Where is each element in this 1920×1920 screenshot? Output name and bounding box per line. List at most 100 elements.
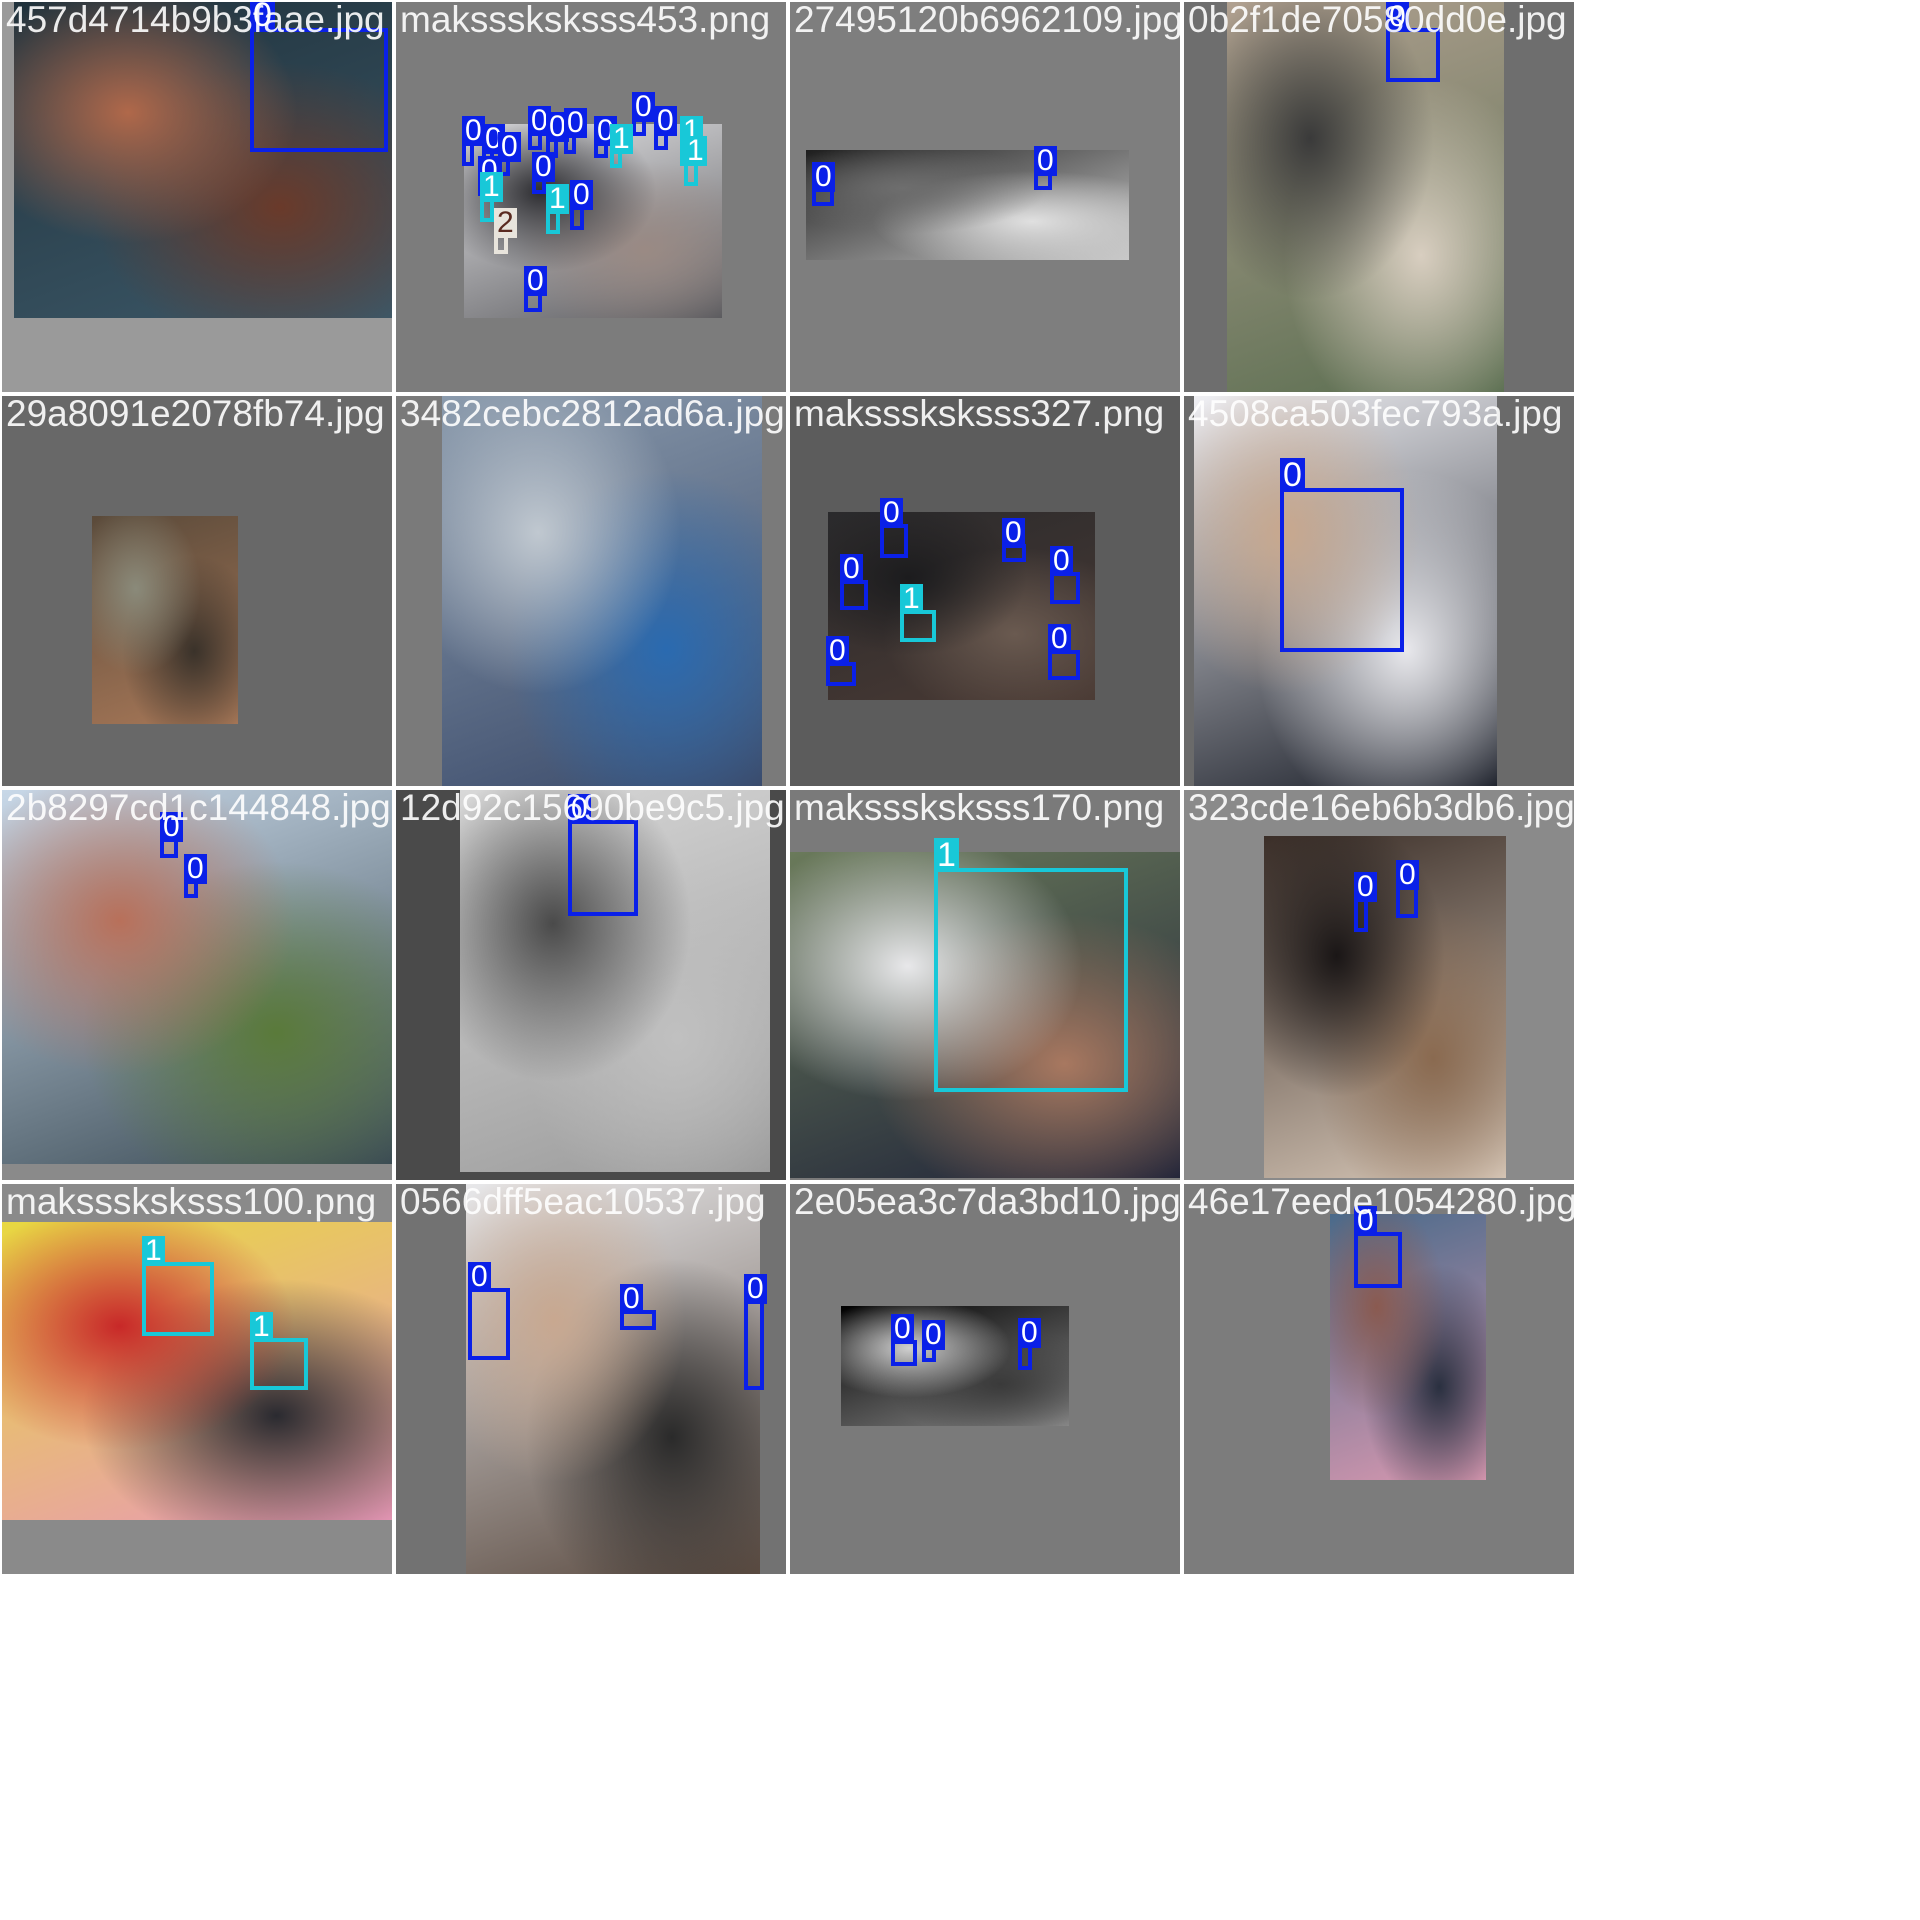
detection-class-label: 0 — [1002, 518, 1025, 548]
detection-box: 1 — [934, 838, 1128, 1092]
tile-photo — [806, 150, 1129, 260]
detection-box: 0 — [1354, 872, 1377, 932]
tile-filename: 12d92c15690be9c5.jpg — [400, 790, 785, 828]
detection-class-label: 1 — [480, 172, 503, 202]
detection-class-label: 1 — [610, 124, 633, 154]
tile-filename: maksssksksss100.png — [6, 1184, 377, 1222]
detection-class-label: 1 — [142, 1236, 165, 1266]
mosaic-tile: 0 0 0 0 0 0 0 0 0 0 0 1 1 1 1 1 0 2 0 maksssksksss453.png — [396, 2, 786, 392]
detection-box: 0 — [462, 116, 485, 166]
tile-filename: 0566dff5eac10537.jpg — [400, 1184, 766, 1222]
detection-box: 1 — [900, 584, 936, 642]
detection-class-label: 0 — [184, 854, 207, 884]
mosaic-tile: 03482cebc2812ad6a.jpg — [396, 396, 786, 786]
detection-class-label: 0 — [922, 1320, 945, 1350]
detection-class-label: 0 — [744, 1274, 767, 1304]
tile-photo — [2, 790, 392, 1164]
detection-class-label: 0 — [564, 108, 587, 138]
mosaic-tile: 0 0 0 0 1 0 0 maksssksksss327.png — [790, 396, 1180, 786]
tile-filename: 27495120b6962109.jpg — [794, 2, 1180, 40]
detection-class-label: 0 — [498, 132, 521, 162]
detection-box: 0 — [812, 162, 835, 206]
tile-filename: 29a8091e2078fb74.jpg — [6, 396, 385, 434]
detection-box: 0 — [468, 1262, 510, 1360]
tile-filename: 3482cebc2812ad6a.jpg — [400, 396, 785, 434]
detection-class-label: 0 — [1034, 146, 1057, 176]
detection-class-label: 0 — [654, 106, 677, 136]
detection-box: 1 — [546, 184, 569, 234]
detection-class-label: 0 — [1018, 1318, 1041, 1348]
detection-class-label: 0 — [1048, 624, 1071, 654]
detection-class-label: 0 — [570, 180, 593, 210]
detection-class-label: 0 — [812, 162, 835, 192]
detection-box: 0 — [1048, 624, 1080, 680]
tile-photo — [1264, 836, 1506, 1178]
detection-box: 0 — [744, 1274, 767, 1390]
detection-box: 0 — [564, 108, 587, 154]
detection-class-label: 0 — [826, 636, 849, 666]
detection-class-label: 1 — [684, 136, 707, 166]
tile-filename: maksssksksss170.png — [794, 790, 1165, 828]
detection-class-label: 0 — [1280, 458, 1305, 492]
mosaic-tile: 0 0 0 0566dff5eac10537.jpg — [396, 1184, 786, 1574]
detection-box: 0 — [528, 106, 551, 150]
detection-box: 1 — [610, 124, 633, 168]
detection-box: 1 — [250, 1312, 308, 1390]
detection-class-label: 0 — [840, 554, 863, 584]
detection-box: 0 — [1354, 1206, 1402, 1288]
detection-box: 0 — [632, 92, 655, 136]
detection-box: 0 — [184, 854, 207, 898]
detection-class-label: 0 — [1396, 860, 1419, 890]
detection-class-label: 0 — [891, 1314, 914, 1344]
tile-photo — [442, 396, 762, 786]
detection-class-label: 0 — [468, 1262, 491, 1292]
detection-box: 0 — [840, 554, 868, 610]
tile-filename: 457d4714b9b3faae.jpg — [6, 2, 385, 40]
detection-box: 0 — [1018, 1318, 1041, 1370]
detection-box: 0 — [1050, 546, 1080, 604]
tile-filename: 4508ca503fec793a.jpg — [1188, 396, 1563, 434]
detection-box: 2 — [494, 208, 517, 254]
detection-class-label: 1 — [546, 184, 569, 214]
detection-class-label: 0 — [532, 152, 555, 182]
detection-class-label: 1 — [900, 584, 923, 614]
mosaic-tile: 0 0 323cde16eb6b3db6.jpg — [1184, 790, 1574, 1180]
detection-box: 0 — [1002, 518, 1026, 562]
detection-box: 0 — [826, 636, 856, 686]
detection-class-label: 0 — [1050, 546, 1073, 576]
mosaic-tile: 0 0b2f1de70580dd0e.jpg — [1184, 2, 1574, 392]
mosaic-tile: 0 0 27495120b6962109.jpg — [790, 2, 1180, 392]
detection-class-label: 0 — [880, 498, 903, 528]
detection-box: 1 — [142, 1236, 214, 1336]
mosaic-tile: 1 maksssksksss170.png — [790, 790, 1180, 1180]
detection-box: 0 — [1034, 146, 1057, 190]
detection-class-label: 0 — [524, 266, 547, 296]
mosaic-tile: 1 1 maksssksksss100.png — [2, 1184, 392, 1574]
detection-class-label: 1 — [934, 838, 959, 872]
mosaic-tile: 0 12d92c15690be9c5.jpg — [396, 790, 786, 1180]
detection-class-label: 0 — [632, 92, 655, 122]
mosaic-tile: 029a8091e2078fb74.jpg — [2, 396, 392, 786]
tile-filename: maksssksksss327.png — [794, 396, 1165, 434]
detection-box: 0 — [160, 812, 183, 858]
tile-photo — [466, 1184, 760, 1574]
detection-class-label: 1 — [250, 1312, 273, 1342]
detection-box: 0 — [570, 180, 593, 230]
tile-filename: 2b8297cd1c144848.jpg — [6, 790, 391, 828]
image-mosaic: 0 457d4714b9b3faae.jpg 0 0 0 0 0 0 0 0 0 0 0 1 1 1 1 1 0 2 0… — [0, 0, 1920, 1920]
detection-box: 0 — [594, 116, 617, 158]
detection-box: 0 — [922, 1320, 945, 1362]
tile-filename: maksssksksss453.png — [400, 2, 771, 40]
mosaic-tile: 0 46e17eede1054280.jpg — [1184, 1184, 1574, 1574]
detection-class-label: 0 — [620, 1284, 643, 1314]
mosaic-tile: 0 0 0 2e05ea3c7da3bd10.jpg — [790, 1184, 1180, 1574]
tile-filename: 0b2f1de70580dd0e.jpg — [1188, 2, 1567, 40]
detection-box: 0 — [1396, 860, 1419, 918]
detection-box: 0 — [568, 794, 638, 916]
tile-photo — [1227, 2, 1504, 392]
detection-box: 0 — [891, 1314, 917, 1366]
detection-class-label: 2 — [494, 208, 517, 238]
detection-box: 0 — [654, 106, 677, 150]
tile-filename: 46e17eede1054280.jpg — [1188, 1184, 1574, 1222]
tile-photo — [92, 516, 238, 724]
